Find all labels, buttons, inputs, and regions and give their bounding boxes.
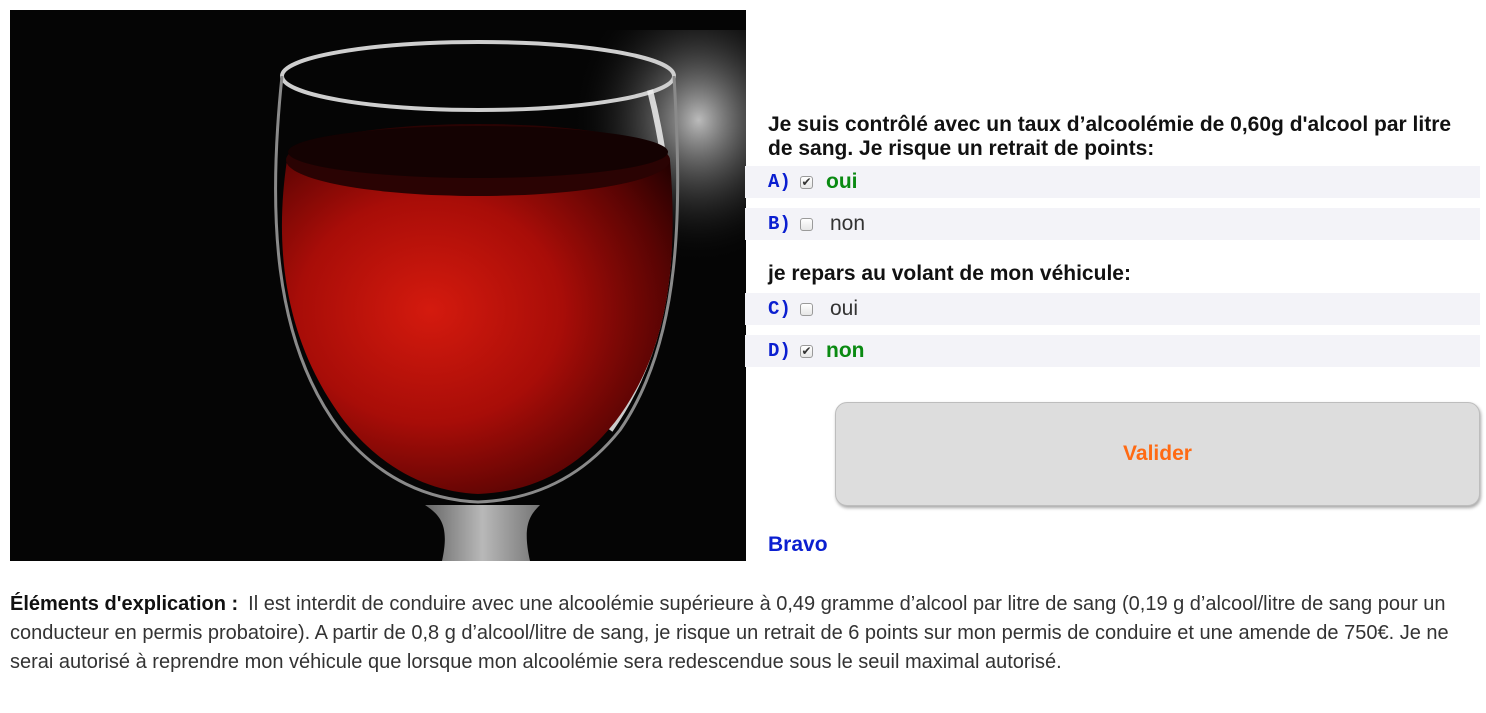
checkbox-empty-icon[interactable] [800, 302, 813, 316]
explanation-label: Éléments d'explication : [10, 593, 239, 615]
answer-a-label: oui [826, 170, 858, 193]
answer-a-row[interactable]: A) ✔ oui [745, 166, 1480, 198]
answer-c-label: oui [830, 297, 859, 320]
validate-button[interactable]: Valider [835, 402, 1480, 506]
question-2-text: je repars au volant de mon véhicule: [768, 262, 1131, 285]
answer-c-letter: C) [768, 298, 791, 320]
wine-glass-photo [10, 10, 746, 561]
question-1-text: Je suis contrôlé avec un taux d’alcoolém… [768, 113, 1452, 160]
explanation-paragraph: Éléments d'explication : Il est interdit … [10, 590, 1470, 677]
wine-glass-illustration [10, 10, 746, 561]
answer-d-letter: D) [768, 340, 791, 362]
checkbox-empty-icon[interactable] [800, 217, 813, 231]
answer-b-label: non [830, 212, 866, 235]
answer-d-label: non [826, 339, 865, 362]
answer-d-row[interactable]: D) ✔ non [745, 335, 1480, 367]
answer-b-row[interactable]: B) non [745, 208, 1480, 240]
answer-a-letter: A) [768, 171, 791, 193]
answer-b-letter: B) [768, 213, 791, 235]
answer-c-row[interactable]: C) oui [745, 293, 1480, 325]
checkbox-checked-icon[interactable]: ✔ [800, 344, 813, 358]
feedback-message: Bravo [768, 533, 828, 556]
checkbox-checked-icon[interactable]: ✔ [800, 175, 813, 189]
